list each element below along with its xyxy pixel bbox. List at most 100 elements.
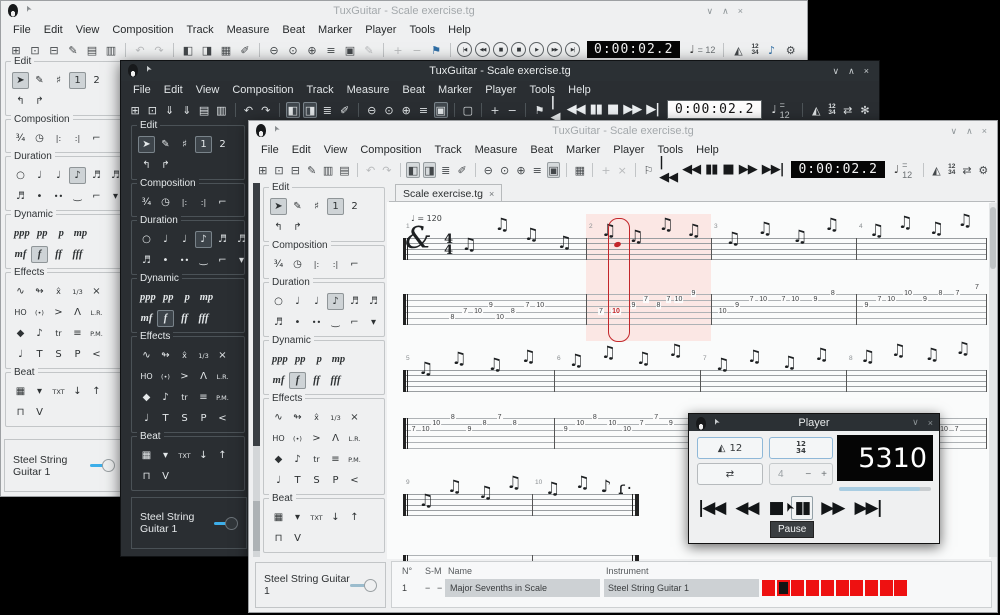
slide-button[interactable]: 1/3: [69, 283, 86, 300]
sixteenth-note-button[interactable]: ♬: [346, 293, 363, 310]
rewind-button[interactable]: ◀◀: [732, 497, 760, 519]
loop-toggle[interactable]: ⇄: [697, 463, 763, 485]
let-ring-button[interactable]: L.R.: [88, 304, 105, 321]
stop-button[interactable]: ■: [722, 162, 733, 177]
repeat-close-button[interactable]: :|: [195, 194, 212, 211]
save-as-button[interactable]: ✎: [65, 42, 81, 58]
thirty-second-note-button[interactable]: ♬: [365, 293, 382, 310]
first-measure-button[interactable]: |◀: [457, 42, 472, 57]
marker-flag-button[interactable]: ⚑: [532, 102, 546, 118]
menu-measure[interactable]: Measure: [475, 144, 518, 156]
stroke-down-button[interactable]: ↓: [195, 447, 212, 464]
menu-composition[interactable]: Composition: [112, 24, 173, 36]
midi-guitar-button[interactable]: ♪: [764, 42, 780, 58]
zoom-out-button[interactable]: ⊖: [365, 102, 379, 118]
print-button[interactable]: ▤: [338, 162, 351, 178]
menu-player[interactable]: Player: [613, 144, 644, 156]
last-button[interactable]: ▶▶|: [851, 497, 883, 519]
repeat-open-button[interactable]: |:: [50, 130, 67, 147]
minimize-button[interactable]: ∨: [951, 126, 958, 137]
tie-button[interactable]: ‿: [327, 314, 344, 331]
spinner-minus-button[interactable]: −: [805, 469, 811, 480]
menu-track[interactable]: Track: [187, 24, 214, 36]
voice-down-button[interactable]: ↱: [289, 219, 306, 236]
sixteenth-note-button[interactable]: ♬: [88, 167, 105, 184]
voice-1-button[interactable]: 1: [327, 198, 344, 215]
undo-button[interactable]: ↶: [364, 162, 377, 178]
save-button[interactable]: ⇓: [163, 102, 177, 118]
voice-down-button[interactable]: ↱: [31, 93, 48, 110]
undo-button[interactable]: ↶: [132, 42, 148, 58]
dynamic-f-button[interactable]: f: [289, 372, 306, 389]
track-toggle[interactable]: [350, 579, 377, 592]
tuplet-button[interactable]: ⌐: [214, 252, 231, 269]
accent-button[interactable]: >: [176, 368, 193, 385]
previous-measure-button[interactable]: ◀◀: [475, 42, 490, 57]
quarter-note-button[interactable]: ♩: [308, 293, 325, 310]
chord-button[interactable]: ▦: [138, 447, 155, 464]
next-measure-button[interactable]: ▶▶: [623, 102, 641, 117]
spinner-plus-button[interactable]: +: [821, 469, 827, 480]
loop-button[interactable]: ⇄: [841, 102, 855, 118]
titlebar[interactable]: ➤ TuxGuitar - Scale exercise.tg ∨ ∧ ×: [249, 121, 997, 141]
stroke-up-button[interactable]: ↑: [88, 383, 105, 400]
pick-stroke-up-button[interactable]: V: [157, 468, 174, 485]
dynamic-p-button[interactable]: p: [311, 351, 328, 368]
zoom-out-button[interactable]: ⊖: [266, 42, 282, 58]
dynamic-mp-button[interactable]: mp: [330, 351, 347, 368]
heavy-accent-button[interactable]: Λ: [195, 368, 212, 385]
new-file-button[interactable]: ⊞: [256, 162, 269, 178]
zoom-reset-button[interactable]: ⊙: [285, 42, 301, 58]
dynamic-f-button[interactable]: f: [157, 310, 174, 327]
chord-dropdown[interactable]: ▾: [31, 383, 48, 400]
tie-button[interactable]: ‿: [69, 188, 86, 205]
menu-beat[interactable]: Beat: [282, 24, 305, 36]
menu-player[interactable]: Player: [365, 24, 396, 36]
print-preview-button[interactable]: ▥: [214, 102, 228, 118]
hammer-on-button[interactable]: HO: [12, 304, 29, 321]
whole-note-button[interactable]: ○: [138, 231, 155, 248]
first-button[interactable]: |◀◀: [695, 497, 727, 519]
pencil-tool-button[interactable]: ✎: [31, 72, 48, 89]
play-button[interactable]: ▶: [529, 42, 544, 57]
half-note-button[interactable]: ♩: [289, 293, 306, 310]
sixteenth-note-button[interactable]: ♬: [214, 231, 231, 248]
eighth-note-button[interactable]: ♪: [195, 231, 212, 248]
dynamic-mf-button[interactable]: mf: [12, 246, 29, 263]
time-signature-button[interactable]: ¾: [138, 194, 155, 211]
vibrato-button[interactable]: ∿: [270, 409, 287, 426]
settings-button[interactable]: ✻: [858, 102, 872, 118]
voice-2-button[interactable]: 2: [346, 198, 363, 215]
next-measure-button[interactable]: ▶▶: [739, 162, 757, 177]
close-button[interactable]: ×: [982, 126, 987, 136]
open-file-button[interactable]: ⊡: [272, 162, 285, 178]
remove-marker-button[interactable]: −: [409, 42, 425, 58]
popping-button[interactable]: P: [195, 410, 212, 427]
bend-button[interactable]: ↬: [157, 347, 174, 364]
quarter-note-button[interactable]: ♩: [50, 167, 67, 184]
slide-button[interactable]: 1/3: [327, 409, 344, 426]
semitone-button[interactable]: ♯: [50, 72, 67, 89]
minimize-button[interactable]: ∨: [833, 66, 840, 77]
tab-view-button[interactable]: ◨: [303, 102, 317, 118]
score-view-button[interactable]: ◧: [406, 162, 419, 178]
sixty-fourth-note-button[interactable]: ♬: [270, 314, 287, 331]
list-layout-button[interactable]: ≡: [416, 102, 430, 118]
close-button[interactable]: ×: [738, 6, 743, 16]
menu-composition[interactable]: Composition: [360, 144, 421, 156]
vibrato-button[interactable]: ∿: [12, 283, 29, 300]
slapping-button[interactable]: S: [308, 472, 325, 489]
page-layout-button[interactable]: ▣: [434, 102, 448, 118]
eighth-note-button[interactable]: ♪: [327, 293, 344, 310]
menu-measure[interactable]: Measure: [227, 24, 270, 36]
pause-button[interactable]: ▮▮: [705, 162, 717, 177]
let-ring-button[interactable]: L.R.: [346, 430, 363, 447]
zoom-reset-button[interactable]: ⊙: [382, 102, 396, 118]
double-dot-button[interactable]: ••: [308, 314, 325, 331]
popping-button[interactable]: P: [327, 472, 344, 489]
heavy-accent-button[interactable]: Λ: [327, 430, 344, 447]
last-measure-button[interactable]: ▶|: [565, 42, 580, 57]
metronome-button[interactable]: ◭: [809, 102, 823, 118]
undo-button[interactable]: ↶: [241, 102, 255, 118]
dot-button[interactable]: •: [289, 314, 306, 331]
